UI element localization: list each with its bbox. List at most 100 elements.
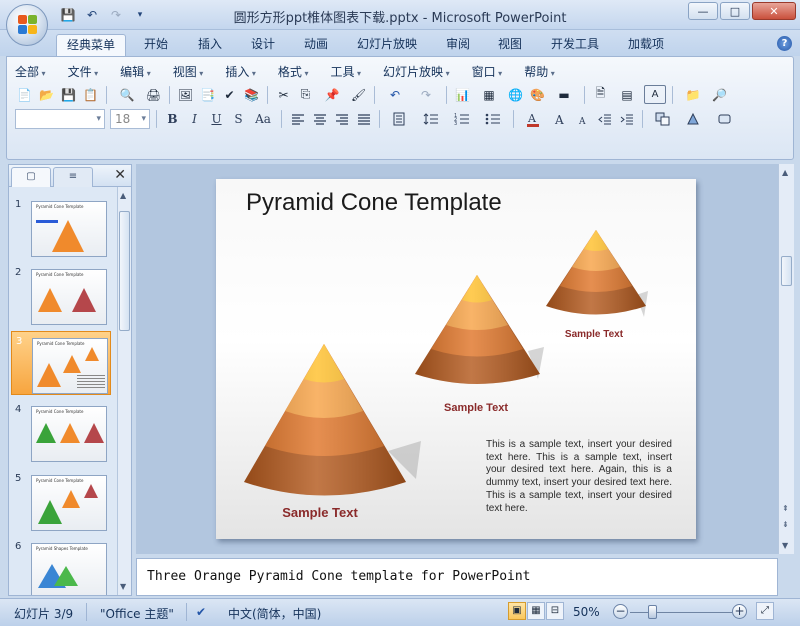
slide-thumbnail-1[interactable]: 1 Pyramid Cone Template — [11, 195, 111, 259]
print-icon[interactable]: 🖼 — [176, 85, 195, 104]
menu-help[interactable]: 帮助 — [524, 63, 555, 80]
minimize-button[interactable]: — — [688, 2, 718, 20]
scroll-up-icon[interactable]: ▲ — [782, 168, 788, 177]
insert-chart-icon[interactable]: 📊 — [453, 85, 472, 104]
small-cone[interactable] — [546, 230, 648, 317]
small-cone-label[interactable]: Sample Text — [565, 329, 624, 340]
current-slide[interactable]: Pyramid Cone Template Sample Text Sample… — [216, 179, 696, 539]
align-left-icon[interactable] — [288, 110, 307, 129]
line-spacing-icon[interactable] — [417, 110, 445, 129]
align-center-icon[interactable] — [310, 110, 329, 129]
tab-review[interactable]: 审阅 — [436, 34, 480, 56]
large-cone-label[interactable]: Sample Text — [282, 505, 358, 520]
bold-button[interactable]: B — [163, 110, 182, 129]
redo-icon[interactable]: ↷ — [412, 85, 440, 104]
font-color-icon[interactable]: A — [520, 110, 548, 129]
slideshow-view-button[interactable]: ⊟ — [546, 602, 564, 620]
outline-tab[interactable]: ≡ — [53, 167, 93, 187]
scroll-down-icon[interactable]: ▼ — [120, 582, 126, 591]
thesaurus-icon[interactable]: 📚 — [242, 85, 261, 104]
scroll-thumb[interactable] — [119, 211, 130, 331]
numbering-icon[interactable]: 123 — [448, 110, 476, 129]
medium-cone-label[interactable]: Sample Text — [444, 402, 508, 414]
notes-text[interactable]: Three Orange Pyramid Cone template for P… — [147, 569, 531, 584]
normal-view-button[interactable]: ▣ — [508, 602, 526, 620]
font-size-combo[interactable]: 18 — [110, 109, 150, 129]
previous-slide-icon[interactable]: ⇞ — [782, 504, 789, 513]
menu-format[interactable]: 格式 — [278, 63, 309, 80]
tab-design[interactable]: 设计 — [241, 34, 285, 56]
menu-slideshow[interactable]: 幻灯片放映 — [383, 63, 450, 80]
maximize-button[interactable]: □ — [720, 2, 750, 20]
menu-insert[interactable]: 插入 — [225, 63, 256, 80]
slide-body-text[interactable]: This is a sample text, insert your desir… — [486, 439, 672, 515]
scroll-down-icon[interactable]: ▼ — [782, 541, 788, 550]
line-style-icon[interactable]: ▬ — [550, 85, 578, 104]
research-icon[interactable]: 🔍 — [113, 85, 141, 104]
menu-file[interactable]: 文件 — [68, 63, 99, 80]
underline-button[interactable]: U — [207, 110, 226, 129]
change-case-button[interactable]: Aa — [251, 110, 275, 129]
close-button[interactable]: ✕ — [752, 2, 796, 20]
tab-classic-menu[interactable]: 经典菜单 — [56, 34, 127, 56]
copy-icon[interactable]: ⎘ — [296, 85, 315, 104]
thumbnail-scrollbar[interactable]: ▲ ▼ — [117, 187, 131, 595]
zoom-out-button[interactable]: − — [613, 604, 628, 619]
slide-thumbnail-3[interactable]: 3 Pyramid Cone Template — [11, 331, 111, 395]
text-box-icon[interactable]: A — [644, 85, 666, 104]
slide-layout-icon[interactable]: ▤ — [613, 85, 641, 104]
tab-animation[interactable]: 动画 — [294, 34, 338, 56]
undo-icon[interactable]: ↶ — [381, 85, 409, 104]
menu-tools[interactable]: 工具 — [330, 63, 361, 80]
increase-indent-icon[interactable] — [617, 110, 636, 129]
permissions-icon[interactable]: 📋 — [81, 85, 100, 104]
scroll-thumb[interactable] — [781, 256, 792, 286]
justify-icon[interactable] — [354, 110, 373, 129]
slides-tab[interactable]: ▢ — [11, 167, 51, 187]
format-painter-icon[interactable]: 🖌 — [349, 85, 368, 104]
shrink-font-icon[interactable]: A — [573, 110, 592, 129]
zoom-level[interactable]: 50% — [573, 605, 600, 619]
spell-check-icon[interactable]: ✔ — [196, 605, 206, 619]
menu-edit[interactable]: 编辑 — [120, 63, 151, 80]
print-preview-icon[interactable]: 🖨 — [144, 85, 163, 104]
color-scheme-icon[interactable]: 🎨 — [528, 85, 547, 104]
paste-icon[interactable]: 📌 — [318, 85, 346, 104]
new-document-icon[interactable]: 📄 — [15, 85, 34, 104]
scroll-up-icon[interactable]: ▲ — [120, 191, 126, 200]
slide-sorter-view-button[interactable]: ▦ — [527, 602, 545, 620]
close-pane-icon[interactable]: ✕ — [114, 167, 126, 183]
slide-thumbnail-2[interactable]: 2 Pyramid Cone Template — [11, 263, 111, 327]
tab-addins[interactable]: 加载项 — [618, 34, 674, 56]
text-direction-icon[interactable] — [386, 110, 414, 129]
tab-insert[interactable]: 插入 — [188, 34, 232, 56]
cut-icon[interactable]: ✂ — [274, 85, 293, 104]
font-name-combo[interactable] — [15, 109, 105, 129]
quick-styles-icon[interactable] — [680, 110, 708, 129]
office-button[interactable] — [6, 4, 48, 46]
language-indicator[interactable]: 中文(简体，中国) — [228, 605, 321, 622]
next-slide-icon[interactable]: ⇟ — [782, 520, 789, 529]
bullets-icon[interactable] — [479, 110, 507, 129]
slide-scrollbar[interactable]: ▲ ⇞ ⇟ ▼ — [778, 164, 794, 554]
page-setup-icon[interactable]: 📑 — [198, 85, 217, 104]
shape-effects-icon[interactable] — [711, 110, 739, 129]
hyperlink-icon[interactable]: 🌐 — [506, 85, 525, 104]
menu-all[interactable]: 全部 — [15, 63, 46, 80]
medium-cone[interactable] — [415, 275, 544, 384]
shadow-button[interactable]: S — [229, 110, 248, 129]
spelling-icon[interactable]: ✔ — [220, 85, 239, 104]
zoom-icon[interactable]: 🔎 — [710, 85, 729, 104]
menu-window[interactable]: 窗口 — [472, 63, 503, 80]
slide-thumbnail-6[interactable]: 6 Pyramid Shapes Template — [11, 537, 111, 595]
help-icon[interactable]: ? — [777, 36, 792, 51]
tab-developer[interactable]: 开发工具 — [541, 34, 609, 56]
fit-to-window-icon[interactable]: ⤢ — [756, 602, 774, 620]
zoom-in-button[interactable]: + — [732, 604, 747, 619]
arrange-icon[interactable] — [649, 110, 677, 129]
slide-thumbnail-4[interactable]: 4 Pyramid Cone Template — [11, 400, 111, 464]
italic-button[interactable]: I — [185, 110, 204, 129]
tab-home[interactable]: 开始 — [134, 34, 178, 56]
tab-slideshow[interactable]: 幻灯片放映 — [347, 34, 427, 56]
align-right-icon[interactable] — [332, 110, 351, 129]
